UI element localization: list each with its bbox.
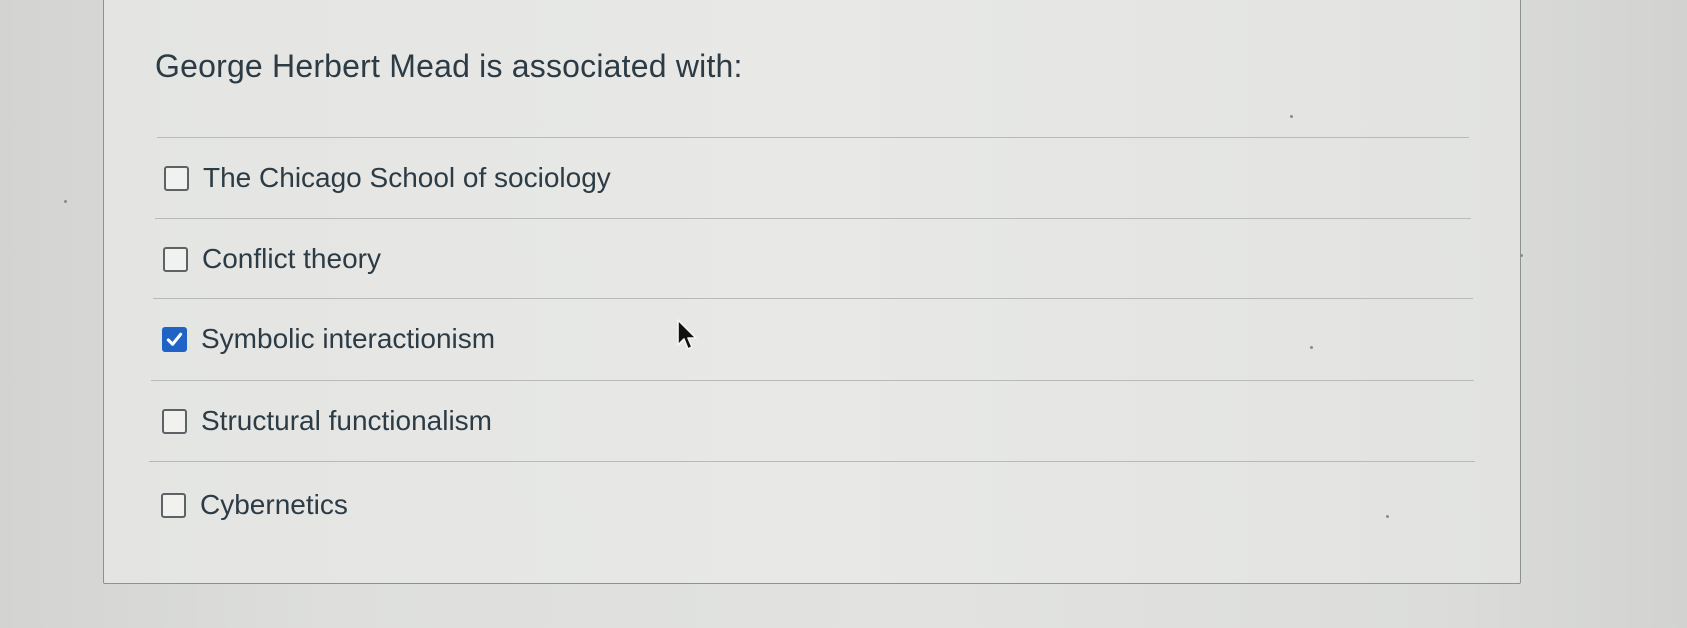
- dust-speck: [1310, 346, 1313, 349]
- divider: [157, 137, 1469, 138]
- dust-speck: [1290, 115, 1293, 118]
- checkbox[interactable]: [163, 246, 188, 272]
- answer-label: Symbolic interactionism: [201, 323, 496, 354]
- answer-label: Structural functionalism: [201, 405, 493, 436]
- checkbox[interactable]: [162, 408, 187, 434]
- divider: [151, 380, 1474, 381]
- answer-option-cybernetics[interactable]: Cybernetics: [161, 489, 348, 521]
- answer-label: Conflict theory: [202, 243, 381, 274]
- checkbox-checked[interactable]: [162, 326, 187, 352]
- answer-option-structural-functionalism[interactable]: Structural functionalism: [162, 405, 492, 437]
- checkmark-icon: [166, 332, 183, 346]
- answer-option-symbolic-interactionism[interactable]: Symbolic interactionism: [162, 323, 495, 355]
- answer-label: The Chicago School of sociology: [203, 162, 611, 193]
- answer-option-chicago-school[interactable]: The Chicago School of sociology: [164, 162, 611, 194]
- mouse-pointer-icon: [677, 319, 697, 350]
- checkbox[interactable]: [164, 165, 189, 191]
- checkbox[interactable]: [161, 492, 186, 518]
- divider: [149, 461, 1475, 462]
- dust-speck: [1520, 254, 1523, 257]
- dust-speck: [1386, 515, 1389, 518]
- dust-speck: [64, 200, 67, 203]
- answer-label: Cybernetics: [200, 489, 348, 520]
- divider: [153, 298, 1473, 299]
- answer-option-conflict-theory[interactable]: Conflict theory: [163, 243, 381, 275]
- divider: [155, 218, 1471, 219]
- question-prompt: George Herbert Mead is associated with:: [155, 48, 743, 84]
